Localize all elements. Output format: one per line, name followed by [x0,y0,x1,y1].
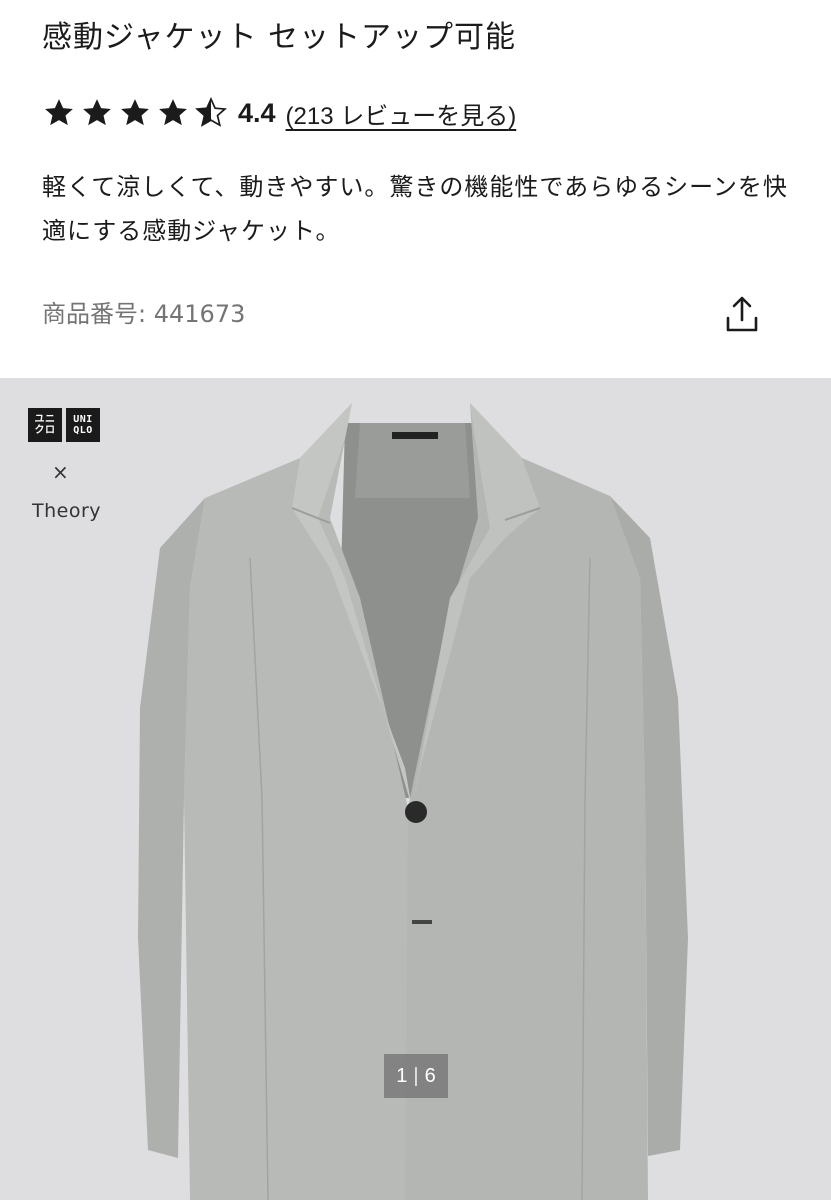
review-link-open-paren: ( [285,102,294,130]
product-number-label: 商品番号: [42,300,147,328]
product-description: 軽くて涼しくて、動きやすい。驚きの機能性であらゆるシーンを快適にする感動ジャケッ… [42,173,788,245]
rating-row: 4.4 (213 レビューを見る) [42,88,516,138]
product-number: 商品番号: 441673 [42,294,245,334]
pager-total: 6 [424,1064,436,1087]
star-icon [159,99,187,126]
logo-tile-text: UNI [73,414,93,425]
logo-tile-latin: UNI QLO [66,408,100,442]
logo-tile-text: ユニ [34,414,56,425]
pager-separator: | [413,1064,419,1087]
logo-tile-katakana: ユニ クロ [28,408,62,442]
collab-symbol: × [52,460,69,484]
half-star-icon [195,97,227,127]
product-title: 感動ジャケット セットアップ可能 [42,20,517,55]
star-icon [121,99,149,126]
review-link[interactable]: (213 レビューを見る) [286,96,517,131]
review-link-label: 213 レビューを見る [293,102,509,130]
share-button[interactable] [718,290,766,338]
star-rating [42,96,228,130]
logo-tile-text: QLO [73,425,93,436]
star-icon [83,99,111,126]
pager-current: 1 [396,1064,408,1087]
star-icon [45,99,73,126]
product-number-value: 441673 [153,300,246,328]
share-icon [726,296,758,332]
brand-logo: ユニ クロ UNI QLO [28,408,100,442]
rating-value: 4.4 [238,97,276,128]
collab-brand-name: Theory [32,500,102,522]
gallery-pager: 1 | 6 [384,1054,448,1098]
logo-tile-text: クロ [34,425,56,436]
review-link-close-paren: ) [508,102,517,130]
